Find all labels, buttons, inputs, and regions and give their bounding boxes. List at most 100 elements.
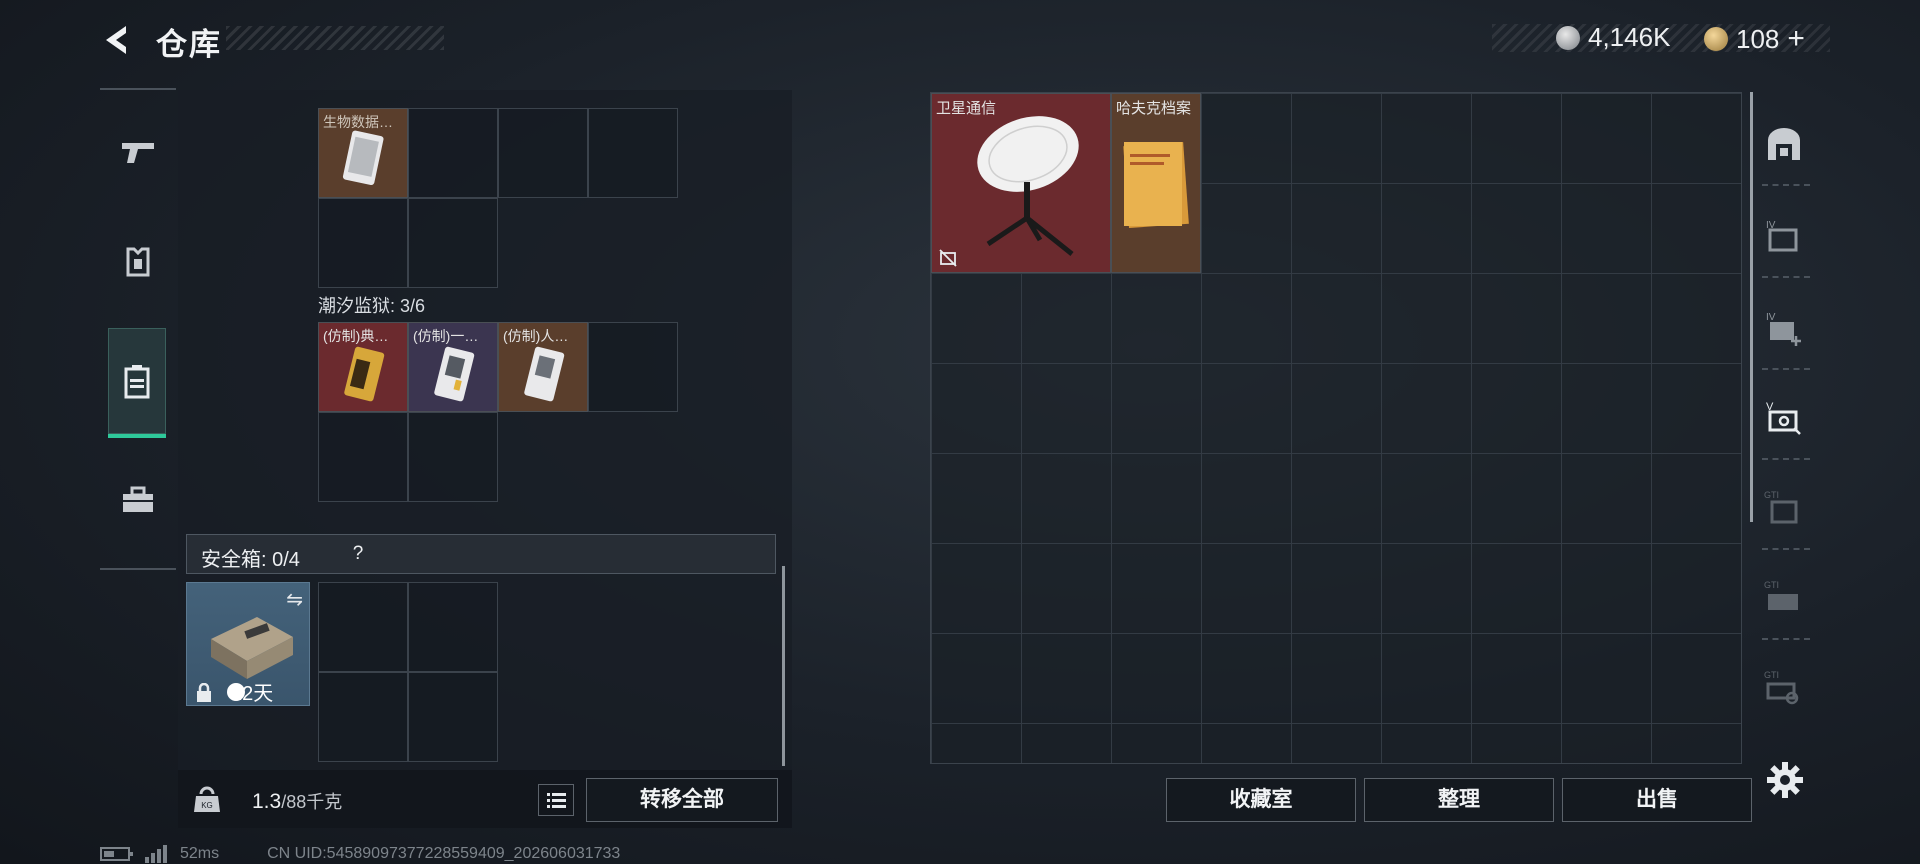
inventory-footer: KG 1.3/88千克 转移全部 [178, 770, 792, 828]
gold-coin-icon [1704, 27, 1728, 51]
list-view-button[interactable] [538, 784, 574, 816]
grid-cell [588, 108, 678, 198]
item-replica-2[interactable]: (仿制)一… [408, 322, 498, 412]
storage-tab-main[interactable] [1758, 118, 1810, 170]
safe-duration: 22天 [231, 683, 274, 705]
item-label: 卫星通信 [936, 100, 997, 117]
no-trade-icon [939, 249, 957, 267]
folder-file-image [1123, 142, 1189, 228]
storage-footer: 收藏室 整理 出售 [930, 768, 1818, 830]
category-rail [100, 88, 176, 570]
currency-gold-value: 108 [1736, 23, 1780, 54]
group-label-tidal-prison: 潮汐监狱: 3/6 [318, 296, 426, 316]
grid-cell [408, 108, 498, 198]
storage-tab-rail: IV IV V GTI GTI GTI [1750, 92, 1818, 764]
list-icon [547, 793, 566, 808]
uid-value: CN UID:545890973772285594​09_20260603173… [267, 845, 621, 862]
storage-tab-5[interactable]: V [1758, 392, 1810, 444]
grid-cell [408, 412, 498, 502]
safe-box-label: 安全箱: 0/4 [201, 549, 300, 571]
category-backpack[interactable] [108, 328, 166, 438]
signal-icon [145, 845, 167, 863]
grid-cell [318, 582, 408, 672]
briefcase-icon [123, 486, 153, 512]
title-decoration [226, 26, 444, 50]
help-icon[interactable]: ? [345, 541, 371, 567]
gti-search-icon: GTI [1764, 670, 1799, 705]
currency-gold[interactable]: 108 + [1704, 22, 1805, 56]
grid-cell [318, 672, 408, 762]
gti-storage-icon: GTI [1764, 490, 1798, 524]
safe-box-item[interactable]: ⇋ 22天 [186, 582, 310, 706]
transfer-all-button[interactable]: 转移全部 [586, 778, 778, 822]
item-satellite-comm[interactable]: 卫星通信 [931, 93, 1111, 273]
vault-icon [1768, 128, 1800, 160]
weight-current: 1.3 [252, 790, 282, 813]
back-arrow-icon [106, 26, 126, 54]
item-haavk-files[interactable]: 哈夫克档案 [1111, 93, 1201, 273]
category-armor[interactable] [110, 234, 166, 290]
storage-add-icon: IV [1766, 312, 1801, 346]
lock-icon [197, 683, 211, 702]
storage-tab-gti-2[interactable]: GTI [1758, 572, 1810, 624]
page-title: 仓库 [156, 27, 222, 62]
silver-coin-icon [1556, 25, 1580, 50]
currency-silver[interactable]: 4,146K [1556, 22, 1670, 53]
grid-cell [408, 198, 498, 288]
header: 仓库 4,146K 108 + [0, 0, 1920, 80]
rail-scroll-indicator [1750, 92, 1753, 522]
storage-grid-panel[interactable]: 卫星通信 哈夫克档案 [930, 92, 1742, 764]
rail-divider [1762, 184, 1810, 186]
storage-tab-4a[interactable]: IV [1758, 210, 1810, 262]
armor-icon [126, 247, 150, 277]
item-replica-1[interactable]: (仿制)典… [318, 322, 408, 412]
settings-button[interactable] [1765, 760, 1805, 800]
storage-tab-4b[interactable]: IV [1758, 302, 1810, 354]
svg-text:GTI: GTI [1764, 670, 1779, 680]
status-bar: 52ms CN UID:545890973772285594​09_202606… [100, 844, 620, 864]
grid-cell [498, 108, 588, 198]
rail-divider [1762, 638, 1810, 640]
category-equipment-case[interactable] [110, 472, 166, 528]
safe-box-header: 安全箱: 0/4 ? [186, 534, 776, 574]
rail-divider [1762, 458, 1810, 460]
item-label: (仿制)人… [503, 328, 569, 344]
ping-value: 52ms [180, 845, 220, 862]
backpack-icon [124, 365, 150, 399]
grid-cell [408, 672, 498, 762]
category-weapons[interactable] [110, 124, 166, 180]
gear-icon [1767, 762, 1803, 798]
weight-max: /88千克 [281, 792, 343, 812]
pistol-icon [122, 143, 154, 163]
add-currency-icon[interactable]: + [1787, 22, 1805, 56]
grid-cell [588, 322, 678, 412]
satellite-dish-image [977, 116, 1079, 256]
back-button[interactable] [98, 20, 138, 60]
sort-button[interactable]: 整理 [1364, 778, 1554, 822]
svg-text:IV: IV [1766, 312, 1776, 323]
rail-divider [1762, 548, 1810, 550]
storage-search-icon: V [1766, 401, 1801, 435]
item-label: (仿制)典… [323, 328, 389, 344]
rail-divider [1762, 368, 1810, 370]
item-label: 生物数据… [323, 114, 393, 130]
item-replica-3[interactable]: (仿制)人… [498, 322, 588, 412]
collection-room-button[interactable]: 收藏室 [1166, 778, 1356, 822]
svg-text:KG: KG [201, 801, 213, 810]
storage-folder-icon: IV [1766, 220, 1798, 252]
inventory-scrollbar[interactable] [782, 566, 785, 766]
storage-tab-gti-1[interactable]: GTI [1758, 482, 1810, 534]
swap-icon[interactable]: ⇋ [286, 587, 303, 612]
grid-cell [408, 582, 498, 672]
gti-case-icon: GTI [1764, 580, 1798, 610]
currency-silver-value: 4,146K [1588, 22, 1671, 52]
sell-button[interactable]: 出售 [1562, 778, 1752, 822]
item-label: (仿制)一… [413, 328, 479, 344]
storage-tab-gti-3[interactable]: GTI [1758, 662, 1810, 714]
grid-cell [318, 198, 408, 288]
weight-readout: 1.3/88千克 [252, 788, 342, 814]
item-label: 哈夫克档案 [1116, 100, 1192, 117]
item-bio-data[interactable]: 生物数据… [318, 108, 408, 198]
weight-icon: KG [194, 786, 220, 812]
grid-cell [318, 412, 408, 502]
